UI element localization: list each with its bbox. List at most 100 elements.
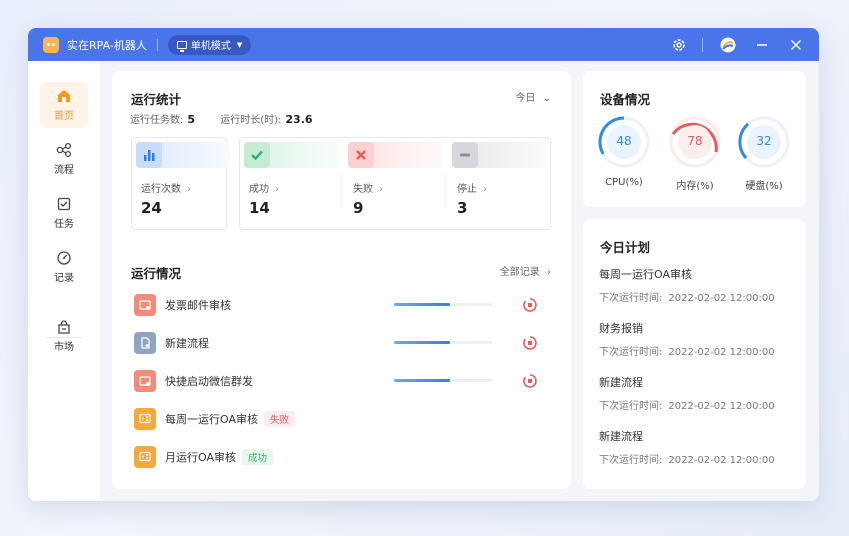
gauge-label: CPU(%) (605, 177, 643, 188)
task-count-label: 运行任务数: (130, 115, 184, 126)
brand-icon[interactable] (719, 36, 737, 54)
stop-button-icon[interactable] (522, 297, 538, 313)
run-item[interactable]: 每周一运行OA审核 失败 (134, 406, 554, 432)
plan-item-time: 下次运行时间: 2022-02-02 12:00:00 (599, 397, 775, 412)
chevron-down-icon: ⌄ (542, 93, 551, 104)
stat-value: 9 (353, 199, 364, 217)
plan-item-name[interactable]: 每周一运行OA审核 (599, 266, 692, 282)
duration-value: 23.6 (285, 113, 313, 126)
mail-flow-icon (134, 294, 156, 316)
run-item[interactable]: 新建流程 (134, 330, 554, 356)
run-name: 每周一运行OA审核 (165, 413, 258, 426)
plan-time-value: 2022-02-02 12:00:00 (668, 455, 775, 466)
stats-title: 运行统计 (131, 92, 182, 107)
plan-time-value: 2022-02-02 12:00:00 (668, 347, 775, 358)
minimize-icon[interactable] (753, 36, 771, 54)
gauge-value: 32 (756, 134, 772, 148)
main-panel: 运行统计 今日 ⌄ 运行任务数: 5 运行时长(时): 23.6 运行次数 › 24 (112, 71, 571, 489)
stat-box-group: 成功 › 14 失败 › 9 停止 › 3 (239, 137, 551, 230)
plan-panel: 今日计划 每周一运行OA审核 下次运行时间: 2022-02-02 12:00:0… (583, 219, 806, 489)
gauge-label: 内存(%) (676, 181, 714, 192)
monitor-icon (176, 40, 187, 52)
chevron-right-icon: › (379, 184, 383, 195)
stat-value: 24 (141, 199, 162, 217)
plan-time-label: 下次运行时间: (599, 293, 663, 304)
share-flow-icon (134, 408, 156, 430)
plan-item-name[interactable]: 新建流程 (599, 428, 643, 444)
run-progress (394, 341, 492, 344)
run-name: 快捷启动微信群发 (165, 375, 253, 388)
plan-item-time: 下次运行时间: 2022-02-02 12:00:00 (599, 343, 775, 358)
stat-box-runs[interactable]: 运行次数 › 24 (131, 137, 230, 230)
close-icon[interactable] (787, 36, 805, 54)
check-icon (244, 142, 270, 168)
title-bar: 实在RPA-机器人 单机模式 ▼ (28, 28, 819, 61)
stat-box-failed[interactable]: 失败 › 9 (344, 138, 444, 217)
sidebar-item-label: 流程 (54, 165, 74, 176)
plan-title: 今日计划 (600, 240, 651, 255)
home-icon (58, 90, 70, 102)
app-window: 实在RPA-机器人 单机模式 ▼ 首页 流程 任务 记录 市场 运行统计 今日 … (28, 28, 819, 501)
settings-icon[interactable] (670, 36, 688, 54)
gauge-label: 硬盘(%) (745, 181, 783, 192)
stat-value: 14 (249, 199, 270, 217)
stat-label: 运行次数 (141, 184, 181, 195)
sidebar: 首页 流程 任务 记录 市场 (28, 61, 100, 501)
range-selector[interactable]: 今日 ⌄ (515, 89, 551, 104)
status-badge: 失败 (264, 411, 296, 427)
run-name: 发票邮件审核 (165, 299, 231, 312)
plan-item-name[interactable]: 新建流程 (599, 374, 643, 390)
stat-box-stopped[interactable]: 停止 › 3 (448, 138, 548, 217)
stop-button-icon[interactable] (522, 373, 538, 389)
run-name: 新建流程 (165, 337, 209, 350)
sidebar-item-task[interactable]: 任务 (40, 190, 88, 236)
plan-item-time: 下次运行时间: 2022-02-02 12:00:00 (599, 289, 775, 304)
cross-icon (348, 142, 374, 168)
sidebar-item-home[interactable]: 首页 (40, 82, 88, 128)
sidebar-item-label: 任务 (54, 219, 74, 230)
title-divider (702, 37, 703, 52)
stat-label: 停止 (457, 184, 477, 195)
range-label: 今日 (515, 93, 536, 104)
sidebar-item-market[interactable]: 市场 (40, 313, 88, 359)
caret-down-icon: ▼ (236, 40, 243, 49)
run-item[interactable]: 发票邮件审核 (134, 292, 554, 318)
app-title: 实在RPA-机器人 (67, 38, 147, 52)
status-badge: 成功 (242, 449, 274, 465)
plan-time-value: 2022-02-02 12:00:00 (668, 293, 775, 304)
device-panel: 设备情况 48 CPU(%) 78 内存(%) 32 硬盘(%) (583, 71, 806, 207)
device-title: 设备情况 (600, 92, 651, 107)
stop-button-icon[interactable] (522, 335, 538, 351)
market-icon (58, 320, 70, 334)
run-progress (394, 379, 492, 382)
plan-time-label: 下次运行时间: (599, 401, 663, 412)
robot-logo-icon (43, 36, 59, 53)
duration-label: 运行时长(时): (220, 115, 282, 126)
stop-dash-icon (452, 142, 478, 168)
gauge-value: 78 (687, 134, 703, 148)
share-flow-icon (134, 446, 156, 468)
stat-value: 3 (457, 199, 468, 217)
plan-item-time: 下次运行时间: 2022-02-02 12:00:00 (599, 451, 775, 466)
chevron-right-icon: › (275, 184, 279, 195)
mail-flow-icon (134, 370, 156, 392)
plan-time-label: 下次运行时间: (599, 347, 663, 358)
sidebar-item-record[interactable]: 记录 (40, 244, 88, 290)
all-records-link[interactable]: 全部记录 › (500, 263, 551, 278)
flow-file-icon (134, 332, 156, 354)
plan-item-name[interactable]: 财务报销 (599, 320, 643, 336)
chevron-right-icon: › (187, 184, 191, 195)
mode-selector[interactable]: 单机模式 ▼ (167, 34, 252, 55)
run-name: 月运行OA审核 (165, 451, 236, 464)
sidebar-item-flow[interactable]: 流程 (40, 136, 88, 182)
cpu-gauge: 48 CPU(%) (596, 114, 652, 188)
stat-label: 失败 (353, 184, 373, 195)
task-count-value: 5 (187, 113, 196, 126)
run-item[interactable]: 快捷启动微信群发 (134, 368, 554, 394)
sidebar-item-label: 首页 (54, 111, 74, 122)
plan-time-value: 2022-02-02 12:00:00 (668, 401, 775, 412)
stat-box-success[interactable]: 成功 › 14 (240, 138, 340, 217)
run-item[interactable]: 月运行OA审核 成功 (134, 444, 554, 470)
sidebar-item-label: 市场 (54, 342, 74, 353)
plan-time-label: 下次运行时间: (599, 455, 663, 466)
